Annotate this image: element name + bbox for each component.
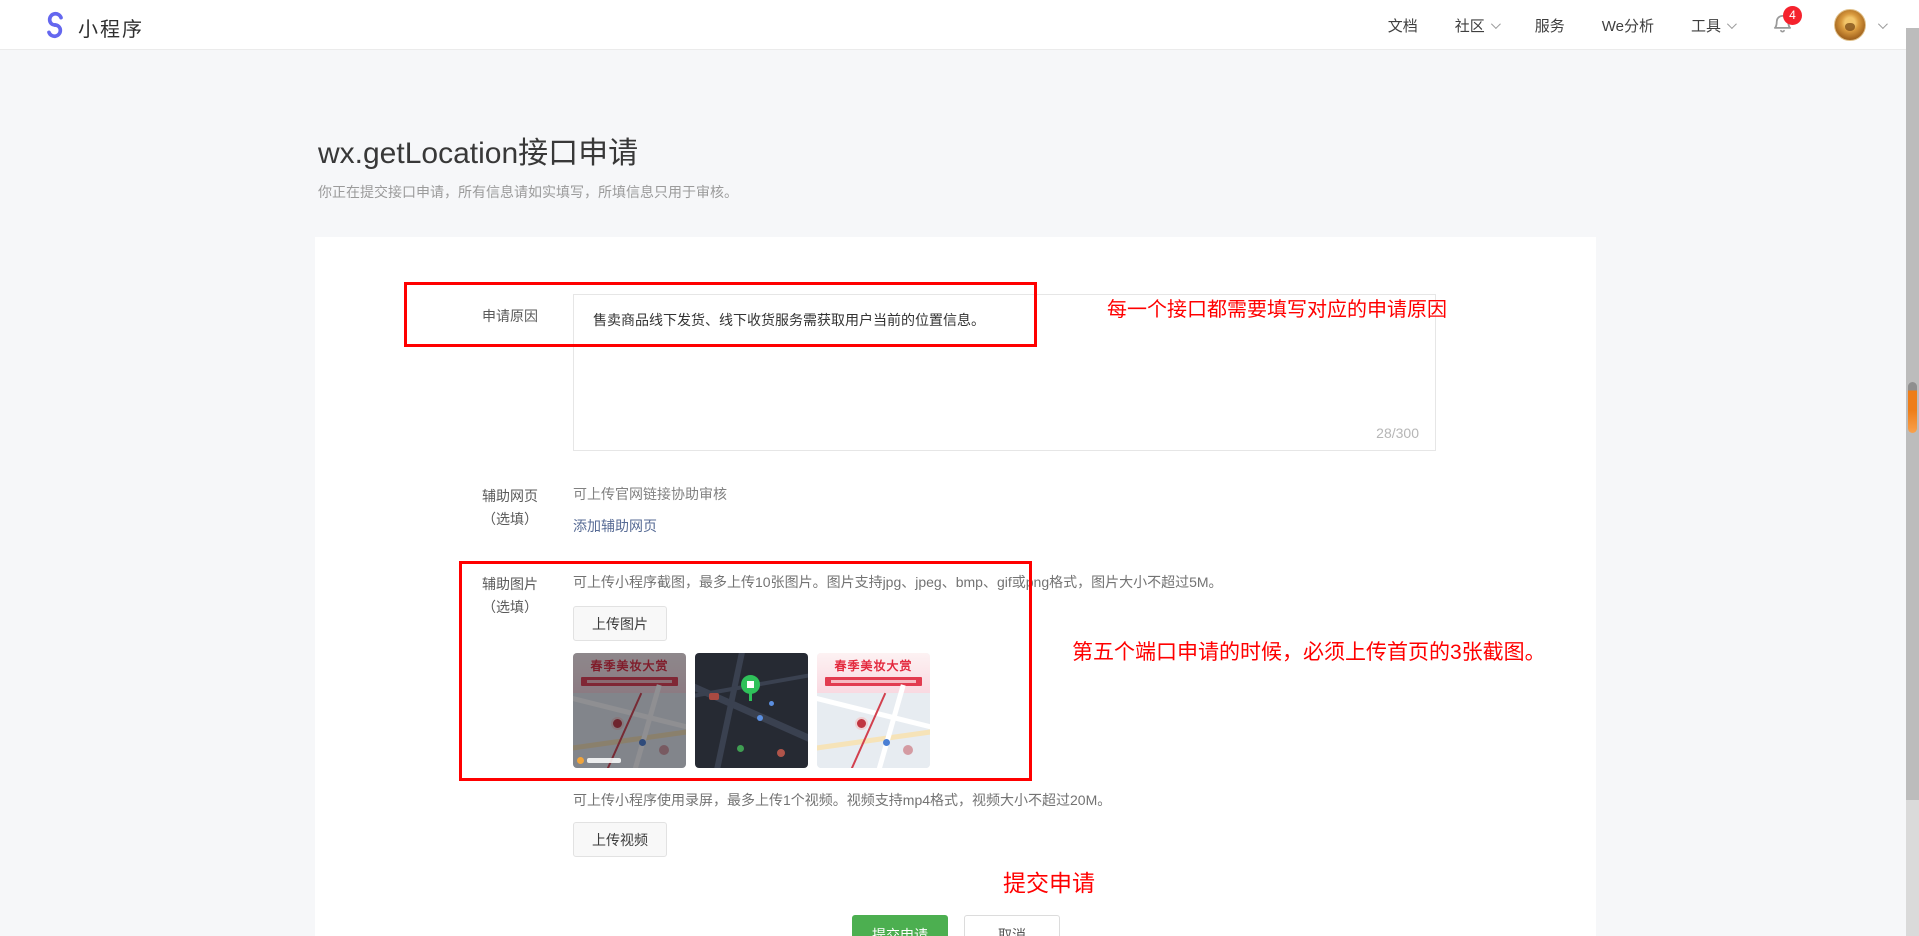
map-marker (883, 739, 890, 746)
page-subtitle: 你正在提交接口申请，所有信息请如实填写，所填信息只用于审核。 (318, 182, 738, 202)
aux-web-label-line1: 辅助网页 (455, 485, 565, 508)
location-pin-icon (741, 675, 760, 694)
thumb1-watermark-icon (577, 757, 584, 764)
map-road (873, 684, 905, 768)
scrollbar-thumb[interactable] (1908, 382, 1917, 433)
aux-web-label-line2: （选填） (455, 508, 565, 531)
map-marker (737, 745, 744, 752)
notification-bell-button[interactable]: 4 (1771, 12, 1797, 38)
map-marker (855, 717, 868, 730)
map-marker (777, 749, 785, 757)
uploaded-thumbnails: 春季美妆大赏 (573, 653, 930, 768)
nav-item-tools[interactable]: 工具 (1691, 15, 1734, 36)
account-menu[interactable] (1834, 9, 1885, 41)
chevron-down-icon (1491, 19, 1501, 29)
map-road (817, 727, 930, 751)
mini-program-logo-icon[interactable] (40, 10, 70, 40)
aux-image-label-line1: 辅助图片 (455, 573, 565, 596)
map-marker (769, 701, 774, 706)
nav-item-docs[interactable]: 文档 (1388, 15, 1418, 36)
user-avatar[interactable] (1834, 9, 1866, 41)
aux-web-field-label: 辅助网页 （选填） (455, 485, 565, 531)
aux-image-label-line2: （选填） (455, 596, 565, 619)
reason-field-label: 申请原因 (455, 305, 565, 328)
chevron-down-icon (1878, 19, 1888, 29)
brand-title[interactable]: 小程序 (78, 13, 144, 42)
char-counter: 28/300 (1376, 425, 1419, 441)
nav-label: 文档 (1388, 15, 1418, 36)
cancel-button[interactable]: 取消 (964, 915, 1060, 936)
scrollbar-track-lower[interactable] (1906, 800, 1919, 936)
upload-video-button[interactable]: 上传视频 (573, 822, 667, 857)
top-nav-menu: 文档 社区 服务 We分析 工具 4 (1388, 0, 1885, 50)
top-navbar: 小程序 文档 社区 服务 We分析 工具 4 (0, 0, 1919, 50)
map-marker (757, 715, 763, 721)
aux-image-field-label: 辅助图片 （选填） (455, 573, 565, 619)
annotation-image-note: 第五个端口申请的时候，必须上传首页的3张截图。 (1072, 636, 1546, 666)
thumbnail-image-3[interactable]: 春季美妆大赏 (817, 653, 930, 768)
map-marker (709, 693, 719, 700)
nav-item-community[interactable]: 社区 (1455, 15, 1498, 36)
thumb1-dim-overlay (573, 653, 686, 768)
submit-application-button[interactable]: 提交申请 (852, 915, 948, 936)
aux-image-hint: 可上传小程序截图，最多上传10张图片。图片支持jpg、jpeg、bmp、gif或… (573, 572, 1223, 592)
thumb3-banner-text: 春季美妆大赏 (817, 653, 930, 674)
annotation-reason-note: 每一个接口都需要填写对应的申请原因 (1107, 293, 1447, 322)
nav-item-we-analytics[interactable]: We分析 (1602, 15, 1654, 36)
nav-label: 社区 (1455, 15, 1485, 36)
thumb1-watermark-text (587, 758, 621, 763)
aux-web-hint: 可上传官网链接协助审核 (573, 484, 727, 504)
notification-count-badge: 4 (1783, 6, 1802, 25)
thumbnail-image-1[interactable]: 春季美妆大赏 (573, 653, 686, 768)
add-aux-web-link[interactable]: 添加辅助网页 (573, 516, 657, 536)
chevron-down-icon (1727, 19, 1737, 29)
map-road (817, 694, 930, 733)
nav-label: 工具 (1691, 15, 1721, 36)
map-marker (903, 745, 913, 755)
upload-image-button[interactable]: 上传图片 (573, 606, 667, 641)
nav-label: 服务 (1535, 15, 1565, 36)
thumbnail-image-2[interactable] (695, 653, 808, 768)
page: 小程序 文档 社区 服务 We分析 工具 4 wx.getLocation接口申… (0, 0, 1919, 936)
annotation-submit-note: 提交申请 (1003, 864, 1095, 898)
nav-item-services[interactable]: 服务 (1535, 15, 1565, 36)
thumb3-banner: 春季美妆大赏 (817, 653, 930, 693)
video-hint: 可上传小程序使用录屏，最多上传1个视频。视频支持mp4格式，视频大小不超过20M… (573, 790, 1111, 810)
nav-label: We分析 (1602, 15, 1654, 36)
thumb3-red-strip (825, 677, 922, 686)
thumb3-map (817, 693, 930, 768)
page-title: wx.getLocation接口申请 (318, 128, 638, 172)
